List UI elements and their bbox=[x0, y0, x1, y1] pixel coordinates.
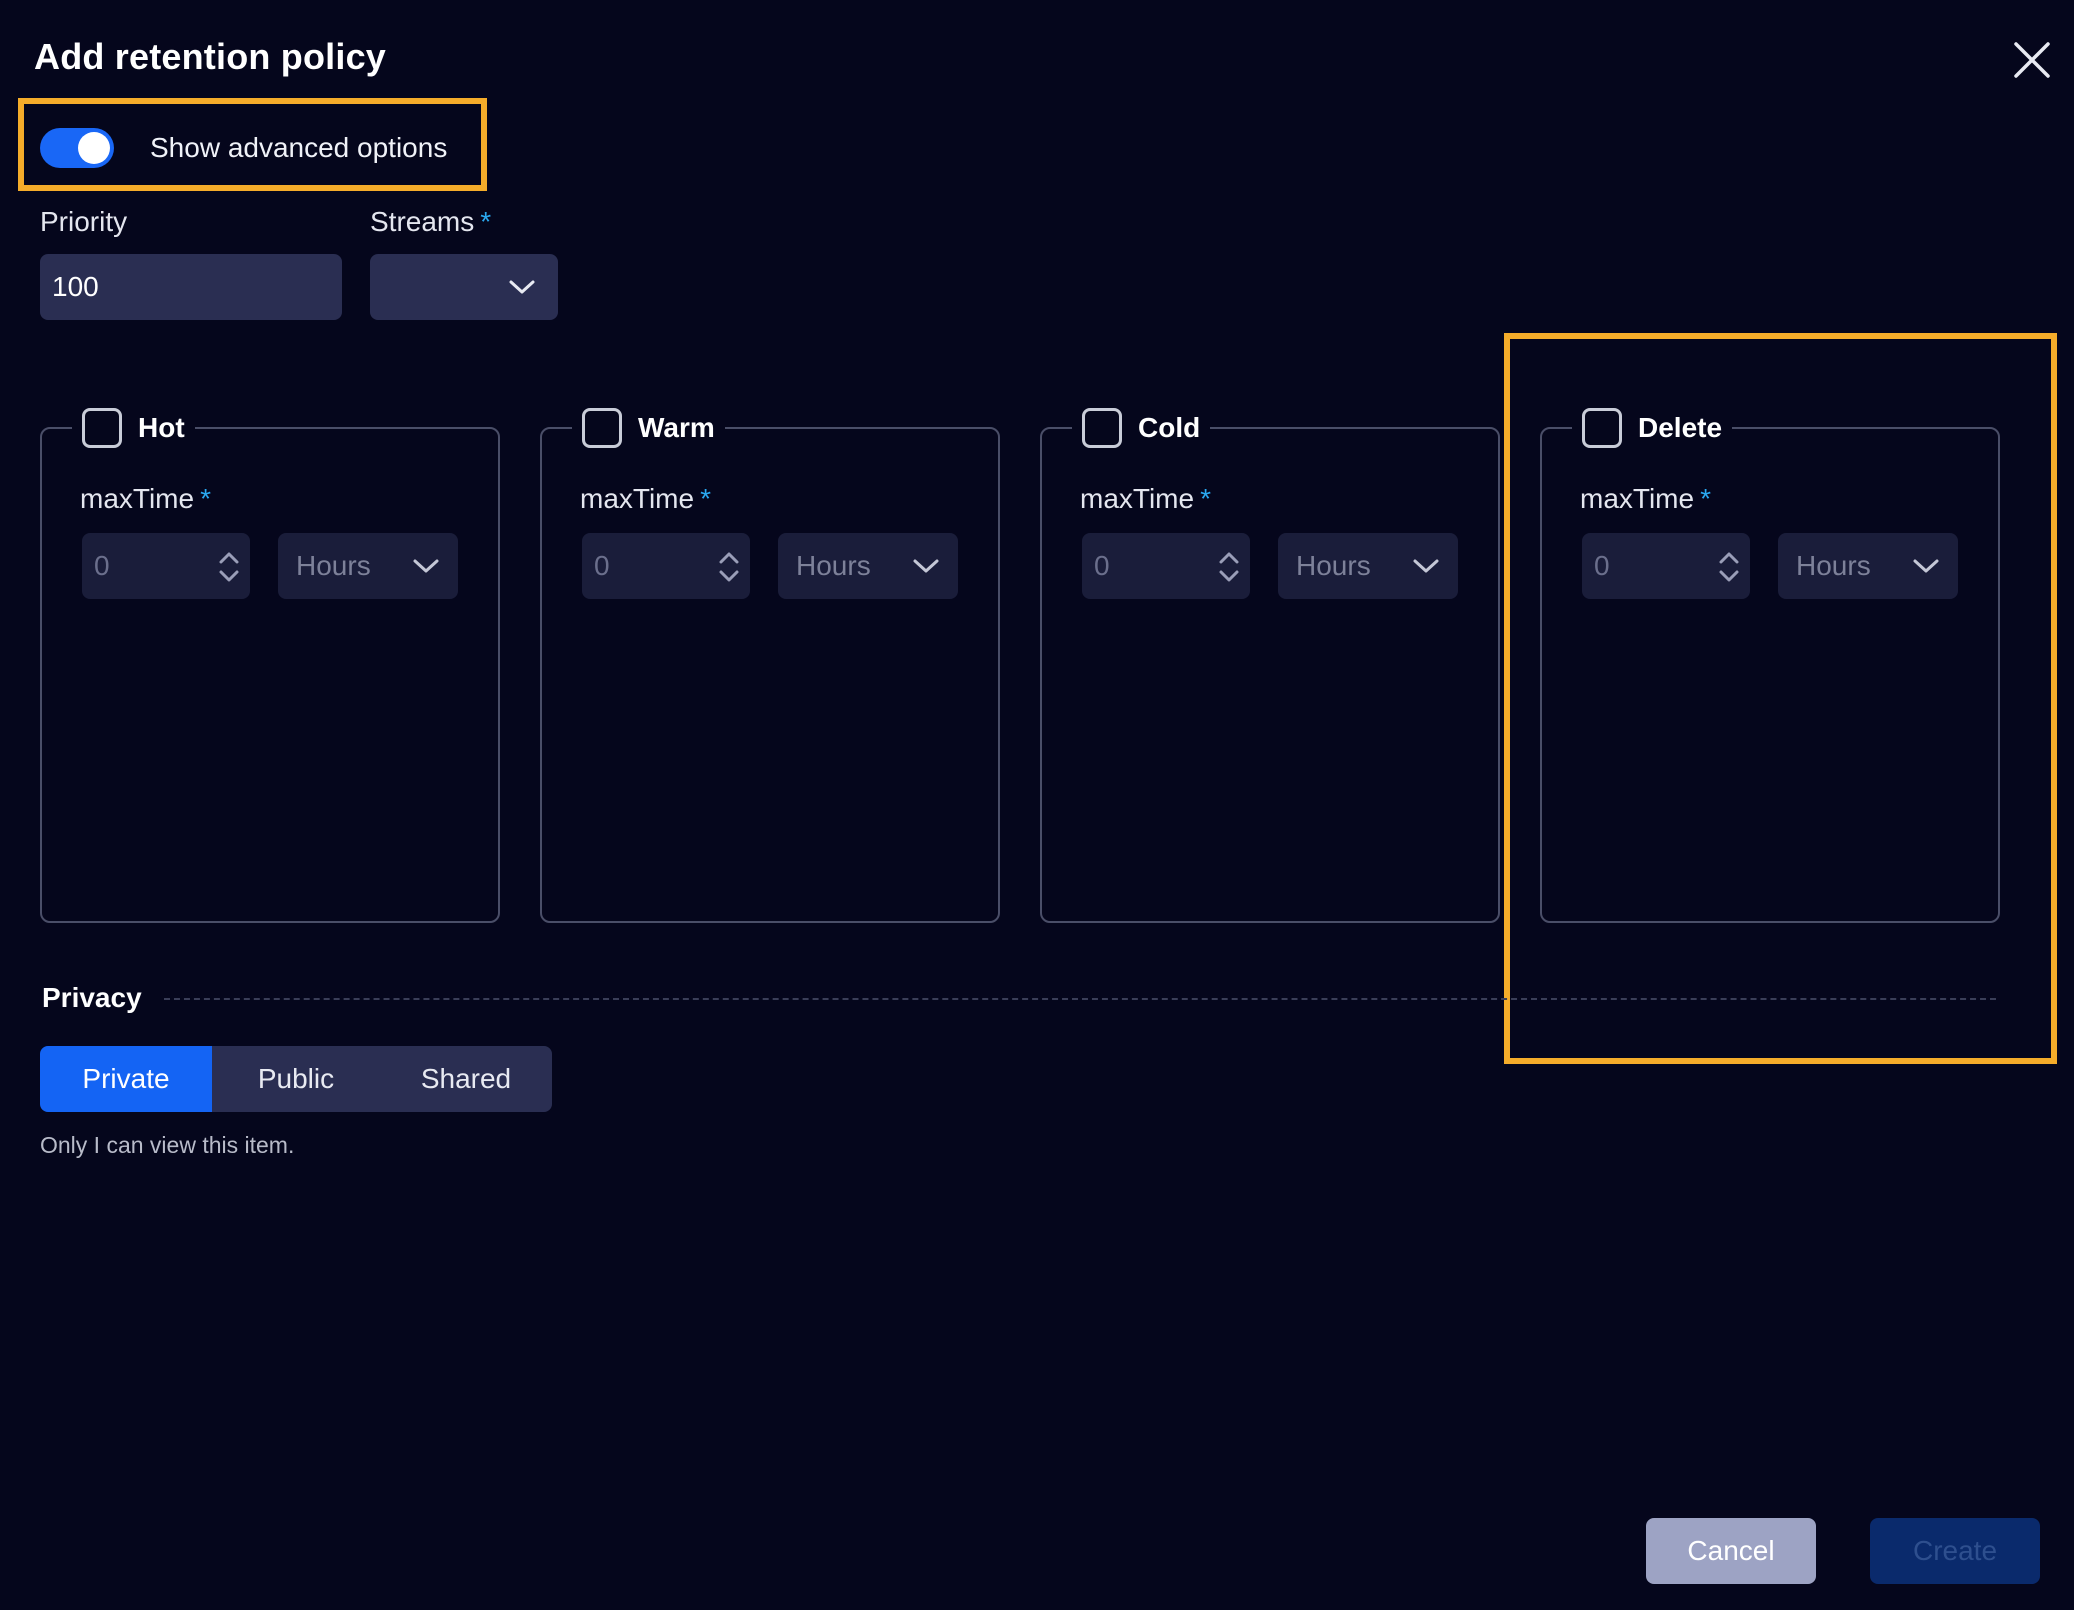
maxtime-value: 0 bbox=[594, 550, 610, 581]
tier-title: Hot bbox=[138, 412, 185, 443]
spinner-updown-icon[interactable] bbox=[1216, 549, 1242, 585]
tier-checkbox-hot[interactable] bbox=[82, 408, 122, 448]
maxtime-input[interactable]: 0 bbox=[1582, 533, 1750, 599]
tier-header: Warm bbox=[572, 405, 725, 451]
maxtime-label: maxTime * bbox=[1080, 483, 1211, 515]
tier-panel-delete: Delete maxTime * 0 Hours bbox=[1540, 405, 2000, 923]
create-button[interactable]: Create bbox=[1870, 1518, 2040, 1584]
unit-value: Hours bbox=[296, 550, 371, 581]
privacy-option-shared[interactable]: Shared bbox=[380, 1046, 552, 1112]
maxtime-unit-select[interactable]: Hours bbox=[1778, 533, 1958, 599]
required-mark: * bbox=[1700, 483, 1711, 514]
streams-label-text: Streams bbox=[370, 206, 475, 237]
maxtime-label-text: maxTime bbox=[580, 483, 695, 514]
privacy-segmented-control: Private Public Shared bbox=[40, 1046, 552, 1112]
required-mark: * bbox=[200, 483, 211, 514]
privacy-title: Privacy bbox=[42, 982, 142, 1013]
toggle-knob bbox=[78, 132, 110, 164]
unit-value: Hours bbox=[1296, 550, 1371, 581]
tier-panel-hot: Hot maxTime * 0 Hours bbox=[40, 405, 500, 923]
maxtime-value: 0 bbox=[1594, 550, 1610, 581]
maxtime-label-text: maxTime bbox=[1080, 483, 1195, 514]
maxtime-unit-select[interactable]: Hours bbox=[778, 533, 958, 599]
chevron-down-icon bbox=[913, 559, 939, 573]
streams-label: Streams * bbox=[370, 206, 491, 238]
tier-title: Delete bbox=[1638, 412, 1723, 443]
chevron-down-icon bbox=[509, 280, 535, 294]
close-icon bbox=[2014, 42, 2050, 78]
tier-header: Delete bbox=[1572, 405, 1733, 451]
spinner-updown-icon[interactable] bbox=[216, 549, 242, 585]
maxtime-unit-select[interactable]: Hours bbox=[278, 533, 458, 599]
chevron-down-icon bbox=[1413, 559, 1439, 573]
streams-required-mark: * bbox=[480, 206, 492, 237]
maxtime-label-text: maxTime bbox=[1580, 483, 1695, 514]
unit-value: Hours bbox=[796, 550, 871, 581]
maxtime-input[interactable]: 0 bbox=[582, 533, 750, 599]
chevron-down-icon bbox=[413, 559, 439, 573]
advanced-options-toggle[interactable] bbox=[40, 128, 114, 168]
maxtime-value: 0 bbox=[1094, 550, 1110, 581]
chevron-down-icon bbox=[1913, 559, 1939, 573]
maxtime-label: maxTime * bbox=[80, 483, 211, 515]
spinner-updown-icon[interactable] bbox=[1716, 549, 1742, 585]
advanced-options-label: Show advanced options bbox=[150, 132, 448, 163]
cancel-button[interactable]: Cancel bbox=[1646, 1518, 1816, 1584]
tier-title: Cold bbox=[1138, 412, 1201, 443]
tier-panel-warm: Warm maxTime * 0 Hours bbox=[540, 405, 1000, 923]
unit-value: Hours bbox=[1796, 550, 1871, 581]
tier-checkbox-cold[interactable] bbox=[1082, 408, 1122, 448]
priority-input[interactable]: 100 bbox=[40, 254, 342, 320]
priority-value: 100 bbox=[52, 271, 99, 302]
privacy-help-text: Only I can view this item. bbox=[40, 1132, 295, 1158]
spinner-updown-icon[interactable] bbox=[716, 549, 742, 585]
priority-label: Priority bbox=[40, 206, 128, 237]
tier-checkbox-warm[interactable] bbox=[582, 408, 622, 448]
maxtime-value: 0 bbox=[94, 550, 110, 581]
maxtime-label: maxTime * bbox=[1580, 483, 1711, 515]
tier-checkbox-delete[interactable] bbox=[1582, 408, 1622, 448]
maxtime-input[interactable]: 0 bbox=[82, 533, 250, 599]
privacy-option-public[interactable]: Public bbox=[212, 1046, 380, 1112]
maxtime-unit-select[interactable]: Hours bbox=[1278, 533, 1458, 599]
streams-select[interactable] bbox=[370, 254, 558, 320]
tier-header: Hot bbox=[72, 405, 195, 451]
required-mark: * bbox=[700, 483, 711, 514]
tier-header: Cold bbox=[1072, 405, 1211, 451]
dialog-title: Add retention policy bbox=[34, 36, 387, 77]
maxtime-label-text: maxTime bbox=[80, 483, 195, 514]
tier-title: Warm bbox=[638, 412, 715, 443]
maxtime-label: maxTime * bbox=[580, 483, 711, 515]
privacy-option-private[interactable]: Private bbox=[40, 1046, 212, 1112]
close-button[interactable] bbox=[2008, 36, 2056, 84]
tier-panel-cold: Cold maxTime * 0 Hours bbox=[1040, 405, 1500, 923]
required-mark: * bbox=[1200, 483, 1211, 514]
privacy-divider bbox=[164, 998, 1996, 1000]
maxtime-input[interactable]: 0 bbox=[1082, 533, 1250, 599]
